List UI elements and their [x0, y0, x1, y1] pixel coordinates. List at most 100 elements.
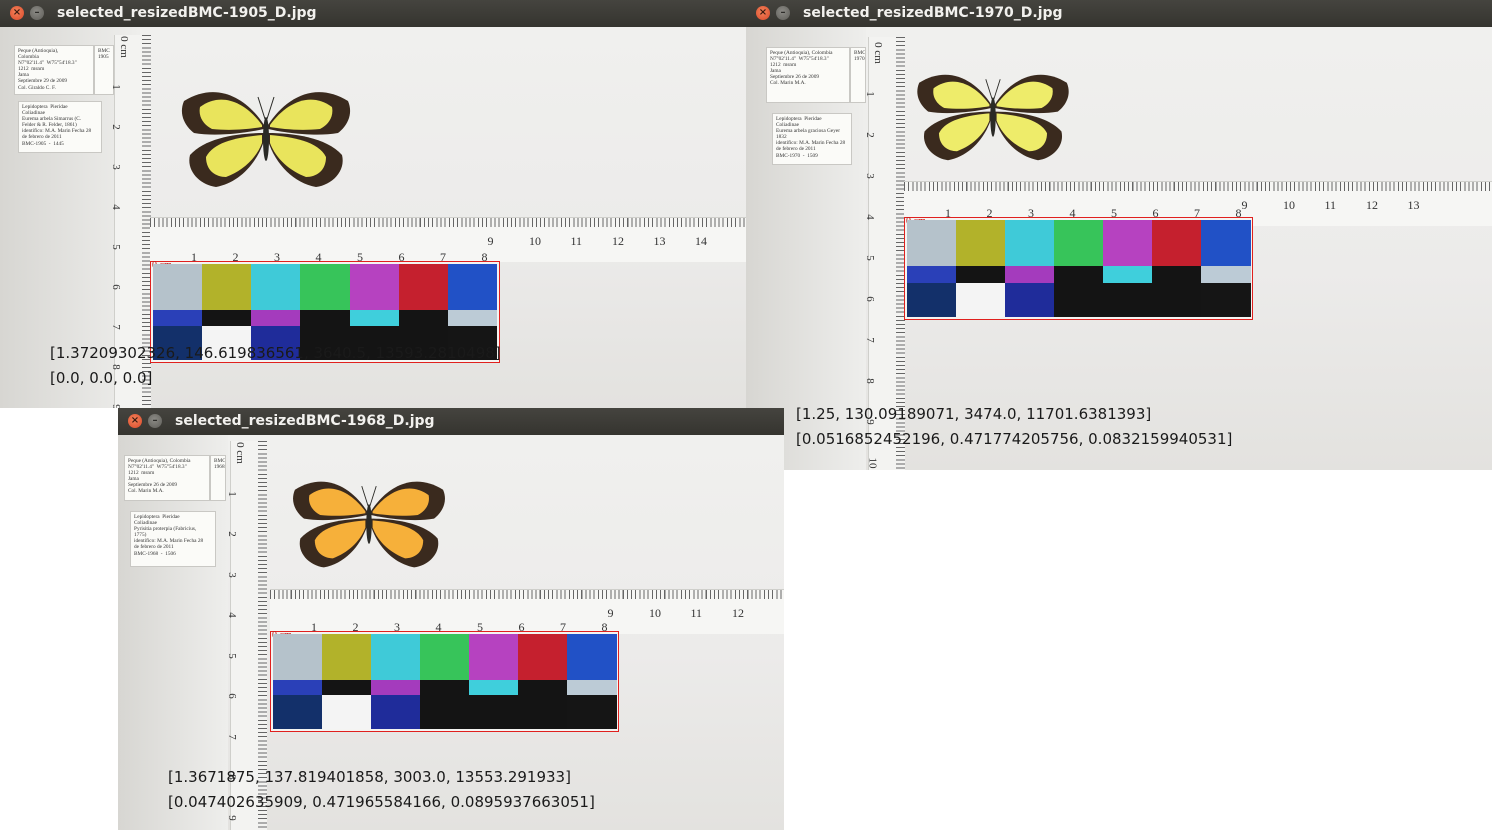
- hruler-tick-label: 13: [1407, 198, 1420, 212]
- image-view: Peque (Antioquia), Colombia N7°02'11.4" …: [746, 27, 1492, 470]
- vruler-tick-label: 8: [863, 378, 876, 384]
- taxon-label: Lepidoptera Pieridae Coliadinae Eurema a…: [772, 113, 852, 165]
- color-swatch: [1054, 220, 1104, 267]
- card-tick-label: 7: [440, 250, 446, 264]
- butterfly-specimen: [181, 92, 351, 187]
- color-swatch: [398, 264, 449, 310]
- color-swatch: [447, 264, 498, 310]
- vruler-tick-label: 6: [225, 693, 238, 699]
- color-swatch: [153, 310, 203, 326]
- card-tick-label: 3: [1028, 206, 1034, 220]
- right-forewing-inner: [996, 81, 1053, 109]
- locality-label: Peque (Antioquia), Colombia N7°02'11.4" …: [766, 47, 850, 103]
- color-swatch: [322, 679, 372, 696]
- butterfly-specimen: [293, 481, 445, 568]
- vruler-tick-label: 4: [863, 214, 876, 220]
- color-calibration-card: 0 cm 12345678: [270, 620, 619, 732]
- color-swatch: [398, 310, 449, 326]
- card-tick-label: 2: [352, 620, 359, 634]
- right-forewing-inner: [372, 488, 429, 516]
- hruler-tick-label: 14: [695, 234, 707, 248]
- stats-line-2: [0.0516852452196, 0.471774205756, 0.0832…: [796, 430, 1233, 448]
- color-swatch: [469, 695, 519, 730]
- color-swatch: [153, 264, 203, 310]
- color-swatch: [300, 264, 351, 310]
- hruler-tick-label: 9: [607, 606, 614, 620]
- vruler-tick-label: 2: [109, 124, 122, 130]
- window-title: selected_resizedBMC-1905_D.jpg: [57, 5, 317, 21]
- color-swatch: [371, 634, 421, 680]
- color-swatch: [469, 634, 519, 680]
- color-swatch: [447, 310, 498, 326]
- color-swatch: [1054, 282, 1104, 317]
- color-swatch: [567, 634, 617, 680]
- vruler-tick-label: 0 cm: [233, 442, 246, 464]
- hruler-tick-label: 9: [487, 234, 494, 248]
- card-tick-label: 3: [274, 250, 280, 264]
- color-swatch: [956, 220, 1006, 267]
- color-swatch: [518, 679, 568, 696]
- minimize-button[interactable]: –: [30, 6, 44, 20]
- hruler-tick-label: 11: [570, 234, 583, 248]
- color-swatch: [300, 310, 351, 326]
- card-tick-label: 4: [315, 250, 322, 264]
- taxon-label: Lepidoptera Pieridae Coliadinae Eurema a…: [18, 101, 102, 153]
- color-swatch: [273, 679, 323, 696]
- window-1970[interactable]: × – selected_resizedBMC-1970_D.jpg Peque…: [746, 0, 1492, 470]
- card-tick-label: 5: [357, 250, 363, 264]
- left-forewing-inner: [309, 488, 366, 516]
- left-forewing-inner: [199, 99, 262, 130]
- left-forewing-inner: [933, 81, 990, 109]
- window-1905[interactable]: × – selected_resizedBMC-1905_D.jpg Peque…: [0, 0, 746, 408]
- vruler-tick-label: 1: [863, 91, 876, 97]
- color-swatch: [349, 310, 400, 326]
- antennae: [361, 485, 377, 507]
- vruler-tick-label: 7: [863, 337, 876, 343]
- color-swatch: [1201, 220, 1251, 267]
- minimize-button[interactable]: –: [776, 6, 790, 20]
- minimize-button[interactable]: –: [148, 414, 162, 428]
- color-swatch: [420, 634, 470, 680]
- hruler-tick-label: 12: [1366, 198, 1378, 212]
- close-button[interactable]: ×: [756, 6, 770, 20]
- color-swatch: [1103, 266, 1153, 283]
- card-tick-label: 5: [477, 620, 483, 634]
- color-swatch: [349, 264, 400, 310]
- window-1968[interactable]: × – selected_resizedBMC-1968_D.jpg Peque…: [118, 408, 784, 830]
- color-swatch: [251, 264, 301, 310]
- right-forewing-inner: [270, 99, 333, 130]
- vruler-tick-label: 2: [863, 132, 876, 138]
- close-button[interactable]: ×: [10, 6, 24, 20]
- title-bar[interactable]: × – selected_resizedBMC-1905_D.jpg: [0, 0, 746, 27]
- color-swatch: [322, 634, 372, 680]
- stats-line-2: [0.047402635909, 0.471965584166, 0.08959…: [168, 793, 595, 811]
- color-swatch: [518, 695, 568, 730]
- color-swatch: [273, 634, 323, 680]
- vruler-tick-label: 5: [863, 255, 876, 261]
- color-swatch: [1103, 220, 1153, 267]
- vruler-tick-label: 10: [866, 457, 879, 469]
- title-bar[interactable]: × – selected_resizedBMC-1970_D.jpg: [746, 0, 1492, 27]
- title-bar[interactable]: × – selected_resizedBMC-1968_D.jpg: [118, 408, 784, 435]
- hruler-tick-label: 12: [732, 606, 744, 620]
- vruler-tick-label: 3: [109, 164, 122, 170]
- hruler-tick-label: 11: [1324, 198, 1337, 212]
- vruler-tick-label: 4: [109, 204, 122, 210]
- stats-line-2: [0.0, 0.0, 0.0]: [50, 369, 153, 387]
- horizontal-ruler: 9 10 11 12: [270, 589, 784, 634]
- color-swatch: [251, 310, 301, 326]
- vruler-tick-label: 6: [863, 296, 876, 302]
- horizontal-ruler: 9 10 11 12 13 14: [150, 217, 746, 262]
- card-tick-label: 1: [945, 206, 951, 220]
- vruler-tick-label: 5: [225, 652, 238, 659]
- color-swatch: [1005, 266, 1055, 283]
- color-swatch: [907, 220, 957, 267]
- window-title: selected_resizedBMC-1968_D.jpg: [175, 413, 435, 429]
- card-tick-label: 1: [191, 250, 197, 264]
- vruler-tick-label: 9: [225, 814, 238, 821]
- color-swatch: [1103, 282, 1153, 317]
- close-button[interactable]: ×: [128, 414, 142, 428]
- taxon-label: Lepidoptera Pieridae Coliadinae Pyrisiti…: [130, 511, 216, 567]
- vruler-tick-label: 1: [225, 490, 238, 497]
- card-tick-label: 6: [518, 620, 525, 634]
